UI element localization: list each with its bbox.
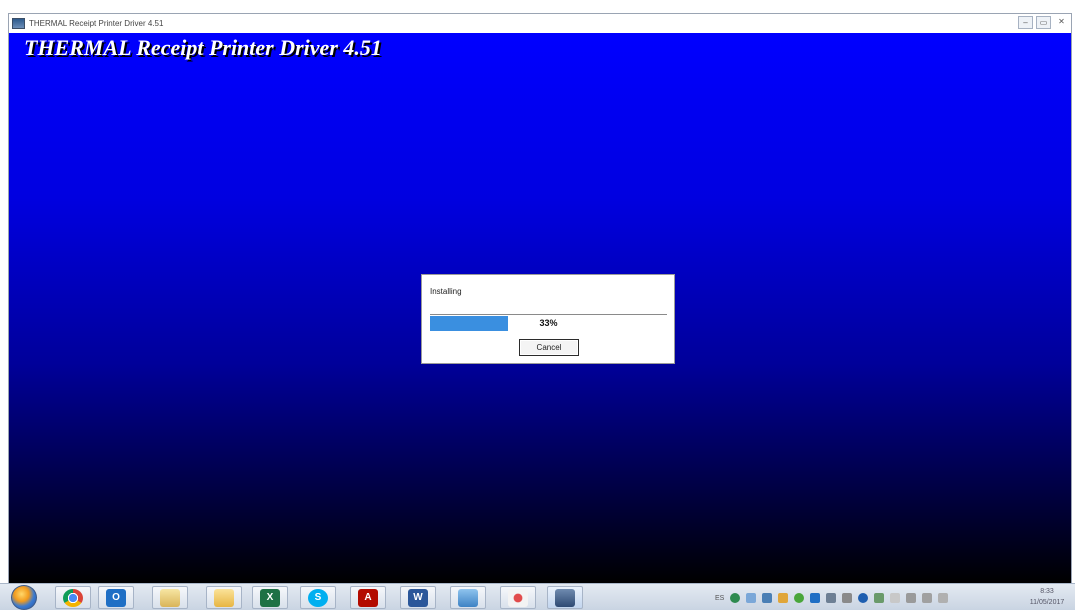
window-controls: – ▭ ✕ — [1018, 16, 1069, 29]
installer-icon — [555, 588, 575, 607]
skype-icon: S — [308, 588, 328, 607]
tray-sync-icon[interactable] — [730, 593, 741, 603]
title-bar[interactable]: THERMAL Receipt Printer Driver 4.51 – ▭ … — [9, 14, 1071, 33]
progress-bar: 33% — [430, 314, 667, 331]
folder-icon — [214, 588, 234, 607]
tray-bluetooth-icon[interactable] — [858, 593, 869, 603]
taskbar-item-outlook[interactable]: O — [98, 586, 134, 609]
excel-icon: X — [260, 588, 280, 607]
taskbar-item-excel[interactable]: X — [252, 586, 288, 609]
start-button[interactable] — [11, 585, 37, 610]
tray-update-icon[interactable] — [778, 593, 789, 603]
taskbar-item-word[interactable]: W — [400, 586, 436, 609]
chrome-icon — [63, 588, 83, 607]
taskbar-item-chrome[interactable] — [55, 586, 91, 609]
close-button[interactable]: ✕ — [1054, 16, 1069, 29]
file-explorer-icon — [160, 588, 180, 607]
maximize-button[interactable]: ▭ — [1036, 16, 1051, 29]
signal-strength-icon[interactable] — [922, 593, 933, 603]
tray-audio-device-icon[interactable] — [842, 593, 853, 603]
tray-people-icon[interactable] — [874, 593, 885, 603]
minimize-button[interactable]: – — [1018, 16, 1033, 29]
clock[interactable]: 8:33 11/05/2017 — [1024, 586, 1070, 608]
cancel-button[interactable]: Cancel — [519, 339, 579, 356]
language-indicator[interactable]: ES — [715, 595, 724, 602]
action-center-flag-icon[interactable] — [890, 593, 901, 603]
tray-outlook-icon[interactable] — [810, 593, 821, 603]
installer-background: THERMAL Receipt Printer Driver 4.51 Inst… — [9, 33, 1071, 583]
taskbar-item-remote-desktop[interactable] — [450, 586, 486, 609]
word-icon: W — [408, 588, 428, 607]
taskbar-item-skype[interactable]: S — [300, 586, 336, 609]
remote-desktop-icon — [458, 588, 478, 607]
window-title: THERMAL Receipt Printer Driver 4.51 — [29, 19, 164, 28]
taskbar-item-installer[interactable] — [547, 586, 583, 609]
taskbar: O X S A W ES 8:33 11/05/2017 — [0, 583, 1075, 610]
battery-icon[interactable] — [906, 593, 917, 603]
tray-network-app-icon[interactable] — [762, 593, 773, 603]
printer-app-icon — [12, 18, 25, 29]
system-tray: ES — [715, 589, 949, 607]
taskbar-item-folder[interactable] — [206, 586, 242, 609]
clock-date: 11/05/2017 — [1029, 599, 1065, 606]
outlook-icon: O — [106, 588, 126, 607]
dialog-status-label: Installing — [430, 287, 462, 296]
tray-security-icon[interactable] — [794, 593, 805, 603]
volume-icon[interactable] — [938, 593, 949, 603]
app-heading: THERMAL Receipt Printer Driver 4.51 — [24, 35, 382, 60]
taskbar-item-acrobat[interactable]: A — [350, 586, 386, 609]
tray-display-icon[interactable] — [826, 593, 837, 603]
install-progress-dialog: Installing 33% Cancel — [421, 274, 675, 364]
taskbar-item-snipping-tool[interactable] — [500, 586, 536, 609]
taskbar-item-file-explorer[interactable] — [152, 586, 188, 609]
clock-time: 8:33 — [1040, 588, 1054, 595]
installer-window: THERMAL Receipt Printer Driver 4.51 – ▭ … — [8, 13, 1072, 583]
snipping-tool-icon — [508, 588, 528, 607]
acrobat-icon: A — [358, 588, 378, 607]
progress-percent-text: 33% — [539, 318, 558, 328]
tray-app-icon[interactable] — [746, 593, 757, 603]
